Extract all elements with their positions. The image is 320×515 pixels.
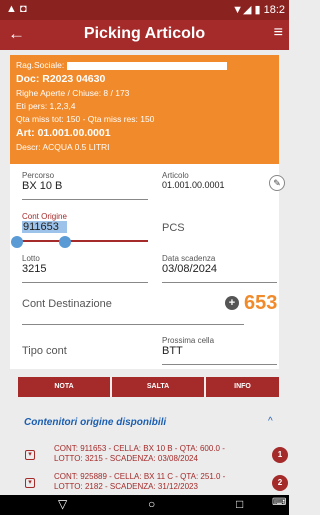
row-line2: LOTTO: 2182 - SCADENZA: 31/12/2023 [54,482,198,491]
system-nav-bar: ▽ ○ □ ⌨ [0,495,289,515]
list-item[interactable]: ▾ CONT: 911653 - CELLA: BX 10 B - QTA: 6… [10,444,289,474]
status-time: ▼◢ ▮ 18:2 [232,4,285,16]
eti-pers: Eti pers: 1,2,3,4 [16,101,76,111]
righe-info: Righe Aperte / Chiuse: 8 / 173 [16,88,130,98]
keyboard-icon[interactable]: ⌨ [272,497,286,508]
articolo-value: 01.001.00.0001 [162,180,225,190]
scadenza-underline [162,282,277,283]
picking-form [10,164,279,369]
lotto-underline [22,282,148,283]
row-line1: CONT: 911653 - CELLA: BX 10 B - QTA: 600… [54,444,225,453]
page-title: Picking Articolo [83,25,206,42]
selection-handle-left[interactable] [11,236,23,248]
prossima-cella-underline [162,364,277,365]
tipo-cont-field[interactable]: Tipo cont [22,345,67,357]
selection-handle-right[interactable] [59,236,71,248]
row-line2: LOTTO: 3215 - SCADENZA: 03/08/2024 [54,454,198,463]
app-bar: ← Picking Articolo ≡ [0,20,289,50]
menu-icon[interactable]: ≡ [274,24,283,42]
count-value: 653 [244,292,278,314]
container-icon: ▾ [25,450,35,460]
rag-sociale: Rag.Sociale: [16,59,273,72]
cont-origine-underline [22,240,148,242]
cont-origine-field[interactable]: Cont Origine 911653 [22,212,67,233]
nav-back-icon[interactable]: ▽ [58,497,67,511]
document-info-panel: Rag.Sociale: Doc: R2023 04630 Righe Aper… [10,55,279,164]
cont-destinazione-field[interactable]: Cont Destinazione [22,298,112,310]
salta-button[interactable]: SALTA [112,377,204,397]
nav-home-icon[interactable]: ○ [148,497,155,511]
percorso-value: BX 10 B [22,180,63,192]
prossima-cella-field: Prossima cella BTT [162,336,215,357]
pcs-field[interactable]: PCS [162,222,185,234]
status-icons-left: ▲ ◘ [6,3,27,15]
articolo-field[interactable]: Articolo 01.001.00.0001 [162,171,225,190]
cont-destinazione-underline [22,324,244,325]
lotto-field[interactable]: Lotto 3215 [22,254,46,275]
article-description: Descr: ACQUA 0.5 LITRI [16,142,110,152]
nota-button[interactable]: NOTA [18,377,110,397]
row-line1: CONT: 925889 - CELLA: BX 11 C - QTA: 251… [54,472,226,481]
scadenza-value: 03/08/2024 [162,263,218,275]
qta-info: Qta miss tot: 150 - Qta miss res: 150 [16,114,155,124]
add-plus-icon[interactable]: + [225,296,239,310]
row-badge: 2 [272,475,288,491]
action-buttons: NOTA SALTA INFO [10,377,279,397]
status-bar: ▲ ◘ ▼◢ ▮ 18:2 [0,0,289,20]
cont-origine-value[interactable]: 911653 [22,221,67,233]
article-code: Art: 01.001.00.0001 [16,127,111,139]
lotto-value: 3215 [22,263,47,275]
doc-number: Doc: R2023 04630 [16,73,106,85]
percorso-underline [22,199,148,200]
collapse-caret-icon[interactable]: ^ [268,416,273,427]
container-icon: ▾ [25,478,35,488]
row-badge: 1 [272,447,288,463]
edit-pencil-icon[interactable]: ✎ [269,175,285,191]
scadenza-field[interactable]: Data scadenza 03/08/2024 [162,254,217,275]
nav-recents-icon[interactable]: □ [236,497,243,511]
percorso-field[interactable]: Percorso BX 10 B [22,171,62,192]
info-button[interactable]: INFO [206,377,279,397]
rag-sociale-value [67,61,228,70]
prossima-cella-value: BTT [162,345,183,357]
section-title: Contenitori origine disponibili [24,417,167,428]
